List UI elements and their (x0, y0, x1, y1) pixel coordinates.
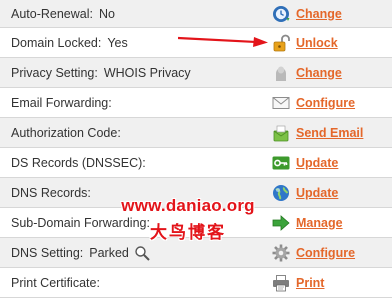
dns-records-update-link[interactable]: Update (296, 186, 338, 200)
magnifier-icon[interactable] (134, 245, 150, 261)
email-forwarding-label: Email Forwarding: (11, 95, 112, 110)
printer-icon[interactable] (272, 274, 290, 292)
row-auto-renewal: Auto-Renewal: No Change (0, 0, 392, 28)
green-arrow-icon[interactable] (272, 214, 290, 232)
ds-records-label: DS Records (DNSSEC): (11, 155, 146, 170)
email-forwarding-configure-link[interactable]: Configure (296, 96, 355, 110)
clock-refresh-icon[interactable] (272, 5, 290, 23)
globe-icon[interactable] (272, 184, 290, 202)
privacy-mask-icon[interactable] (272, 64, 290, 82)
privacy-setting-label: Privacy Setting: WHOIS Privacy (11, 65, 191, 80)
privacy-setting-value: WHOIS Privacy (103, 65, 191, 80)
dns-records-label: DNS Records: (11, 185, 91, 200)
dns-setting-label: DNS Setting: Parked (11, 245, 129, 260)
domain-unlock-link[interactable]: Unlock (296, 36, 338, 50)
row-privacy-setting: Privacy Setting: WHOIS Privacy Change (0, 58, 392, 88)
row-dns-records: DNS Records: Update (0, 178, 392, 208)
privacy-change-link[interactable]: Change (296, 66, 342, 80)
row-dns-setting: DNS Setting: Parked Configure (0, 238, 392, 268)
dns-setting-value: Parked (89, 245, 129, 260)
send-email-icon[interactable] (272, 124, 290, 142)
gear-icon[interactable] (272, 244, 290, 262)
annotation-arrow (178, 36, 268, 47)
auto-renewal-change-link[interactable]: Change (296, 7, 342, 21)
auto-renewal-value: No (99, 6, 115, 21)
row-sub-domain-forwarding: Sub-Domain Forwarding: Manage (0, 208, 392, 238)
send-auth-code-email-link[interactable]: Send Email (296, 126, 363, 140)
domain-locked-label: Domain Locked: Yes (11, 35, 128, 50)
ds-records-update-link[interactable]: Update (296, 156, 338, 170)
print-certificate-link[interactable]: Print (296, 276, 324, 290)
sub-domain-forwarding-label: Sub-Domain Forwarding: (11, 215, 150, 230)
print-certificate-label: Print Certificate: (11, 275, 100, 290)
open-lock-icon[interactable] (272, 34, 290, 52)
dns-setting-configure-link[interactable]: Configure (296, 246, 355, 260)
row-ds-records: DS Records (DNSSEC): Update (0, 148, 392, 178)
auto-renewal-label: Auto-Renewal: No (11, 6, 115, 21)
row-authorization-code: Authorization Code: Send Email (0, 118, 392, 148)
row-email-forwarding: Email Forwarding: Configure (0, 88, 392, 118)
domain-locked-value: Yes (107, 35, 128, 50)
authorization-code-label: Authorization Code: (11, 125, 121, 140)
sub-domain-forwarding-manage-link[interactable]: Manage (296, 216, 343, 230)
envelope-icon[interactable] (272, 94, 290, 112)
key-icon[interactable] (272, 154, 290, 172)
row-print-certificate: Print Certificate: Print (0, 268, 392, 298)
